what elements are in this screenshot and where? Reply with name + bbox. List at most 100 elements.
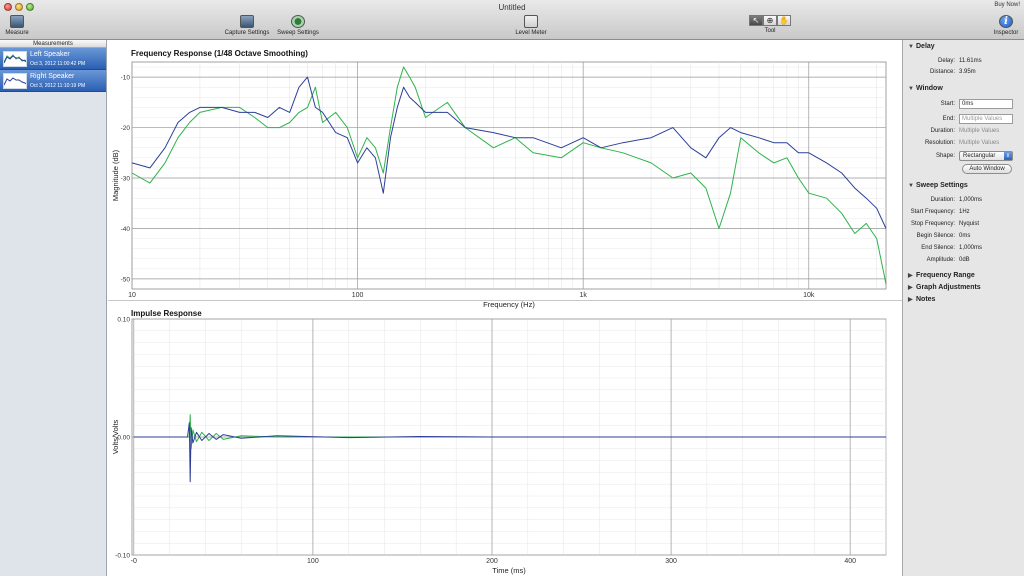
window-resolution-row: Resolution: Multiple Values — [903, 139, 1024, 149]
x-tick-label: 10k — [803, 292, 815, 299]
level-meter-button[interactable]: Level Meter — [512, 15, 550, 36]
graph-adjustments-section-header[interactable]: ▶ Graph Adjustments — [908, 284, 981, 291]
measurement-date: Oct 3, 2012 11:00:42 PM — [30, 61, 86, 67]
delay-value: 11.61ms — [959, 58, 982, 64]
capture-settings-button[interactable]: Capture Settings — [222, 15, 272, 36]
window-start-input[interactable]: 0ms — [959, 99, 1013, 109]
x-tick-label: -0 — [131, 558, 137, 565]
measurement-thumbnail-icon — [3, 73, 27, 89]
pointer-tool-icon[interactable]: ↖ — [749, 15, 763, 26]
inspector-button[interactable]: i Inspector — [990, 15, 1022, 36]
level-meter-label: Level Meter — [515, 30, 547, 36]
y-tick-label: -30 — [121, 176, 131, 183]
window-resolution-value: Multiple Values — [959, 140, 1000, 146]
amplitude-label: Amplitude: — [926, 257, 955, 263]
x-axis-label: Time (ms) — [492, 566, 526, 575]
sweep-settings-icon — [291, 15, 305, 28]
sweep-settings-label: Sweep Settings — [277, 30, 319, 36]
level-meter-icon — [524, 15, 538, 28]
window-duration-row: Duration: Multiple Values — [903, 127, 1024, 137]
amplitude-value: 0dB — [959, 257, 970, 263]
y-tick-label: 0.10 — [117, 317, 130, 324]
stop-frequency-value: Nyquist — [959, 221, 980, 227]
sweep-duration-value: 1,000ms — [959, 197, 983, 203]
hand-tool-icon[interactable]: ✋ — [777, 15, 791, 26]
x-tick-label: 200 — [486, 558, 498, 565]
frequency-response-chart[interactable]: 10 100 1k 10k -10 -20 -30 -40 -50 Frequency (Hz) M… — [108, 58, 902, 316]
frequency-range-section-header[interactable]: ▶ Frequency Range — [908, 272, 975, 279]
window-duration-label: Duration: — [930, 128, 955, 134]
x-axis-label: Frequency (Hz) — [483, 300, 535, 309]
y-tick-label: -40 — [121, 226, 131, 233]
y-axis-label: Magnitude (dB) — [111, 149, 120, 201]
measure-icon — [10, 15, 24, 28]
disclosure-closed-icon: ▶ — [908, 273, 913, 279]
window-duration-value: Multiple Values — [959, 128, 1000, 134]
x-tick-label: 400 — [844, 558, 856, 565]
zoom-tool-icon[interactable]: ⊕ — [763, 15, 777, 26]
disclosure-closed-icon: ▶ — [908, 285, 913, 291]
frequency-range-label: Frequency Range — [916, 272, 975, 279]
sweep-duration-label: Duration: — [930, 197, 955, 203]
begin-silence-label: Begin Silence: — [916, 233, 955, 239]
measurement-item-right-speaker[interactable]: Right Speaker Oct 3, 2012 11:10:19 PM — [0, 70, 106, 92]
window-shape-select[interactable]: Rectangular ⇕ — [959, 151, 1013, 161]
end-silence-label: End Silence: — [921, 245, 955, 251]
auto-window-row: Auto Window — [903, 164, 1024, 175]
delay-header-label: Delay — [916, 43, 935, 50]
sweep-settings-section-header[interactable]: ▼ Sweep Settings — [908, 182, 968, 189]
start-frequency-row: Start Frequency: 1Hz — [903, 208, 1024, 218]
toolbar: Untitled Buy Now! Measure Capture Settin… — [0, 0, 1024, 40]
x-tick-label: 10 — [128, 292, 136, 299]
window-end-input[interactable]: Multiple Values — [959, 114, 1013, 124]
graph-divider[interactable] — [108, 300, 902, 301]
begin-silence-row: Begin Silence: 0ms — [903, 232, 1024, 242]
frequency-response-title: Frequency Response (1/48 Octave Smoothin… — [131, 49, 308, 58]
stop-frequency-row: Stop Frequency: Nyquist — [903, 220, 1024, 230]
x-tick-label: 100 — [352, 292, 364, 299]
measurements-header: Measurements — [0, 40, 106, 48]
y-tick-label: -50 — [121, 276, 131, 283]
distance-row: Distance: 3.95m — [903, 68, 1024, 78]
measure-label: Measure — [5, 30, 29, 36]
window-title: Untitled — [498, 3, 526, 12]
disclosure-open-icon: ▼ — [908, 86, 914, 92]
capture-settings-label: Capture Settings — [224, 30, 270, 36]
x-tick-label: 1k — [579, 292, 587, 299]
distance-value: 3.95m — [959, 69, 976, 75]
select-arrows-icon: ⇕ — [1004, 152, 1012, 160]
notes-section-header[interactable]: ▶ Notes — [908, 296, 935, 303]
window-shape-label: Shape: — [935, 153, 955, 159]
disclosure-open-icon: ▼ — [908, 44, 914, 50]
window-start-row: Start: 0ms — [903, 99, 1024, 110]
graph-adjustments-label: Graph Adjustments — [916, 284, 981, 291]
delay-row: Delay: 11.61ms — [903, 57, 1024, 67]
distance-label: Distance: — [929, 69, 955, 75]
notes-label: Notes — [916, 296, 936, 303]
impulse-response-chart[interactable]: -0 100 200 300 4000.100.00-0.10Time (ms)Volt… — [108, 317, 902, 575]
start-frequency-value: 1Hz — [959, 209, 970, 215]
tool-selector: ↖ ⊕ ✋ Tool — [741, 15, 799, 34]
end-silence-row: End Silence: 1,000ms — [903, 244, 1024, 254]
delay-section-header[interactable]: ▼ Delay — [908, 43, 935, 50]
disclosure-closed-icon: ▶ — [908, 297, 913, 303]
plot-area — [131, 61, 887, 290]
measurements-sidebar: Measurements Left Speaker Oct 3, 2012 11… — [0, 40, 107, 576]
x-tick-label: 100 — [307, 558, 319, 565]
x-tick-label: 300 — [665, 558, 677, 565]
inspector-panel: ▼ Delay Delay: 11.61ms Distance: 3.95m ▼ W… — [902, 40, 1024, 576]
begin-silence-value: 0ms — [959, 233, 971, 239]
sweep-duration-row: Duration: 1,000ms — [903, 196, 1024, 206]
window-section-header[interactable]: ▼ Window — [908, 85, 943, 92]
auto-window-button[interactable]: Auto Window — [962, 164, 1012, 174]
measurement-item-left-speaker[interactable]: Left Speaker Oct 3, 2012 11:00:42 PM — [0, 48, 106, 70]
delay-label: Delay: — [937, 58, 955, 64]
sweep-settings-button[interactable]: Sweep Settings — [274, 15, 322, 36]
window-end-row: End: Multiple Values — [903, 114, 1024, 125]
buy-now-link[interactable]: Buy Now! — [994, 2, 1020, 8]
inspector-label: Inspector — [993, 30, 1019, 36]
measure-button[interactable]: Measure — [3, 15, 31, 36]
end-silence-value: 1,000ms — [959, 245, 983, 251]
disclosure-open-icon: ▼ — [908, 183, 914, 189]
y-tick-label: -0.10 — [115, 553, 130, 560]
